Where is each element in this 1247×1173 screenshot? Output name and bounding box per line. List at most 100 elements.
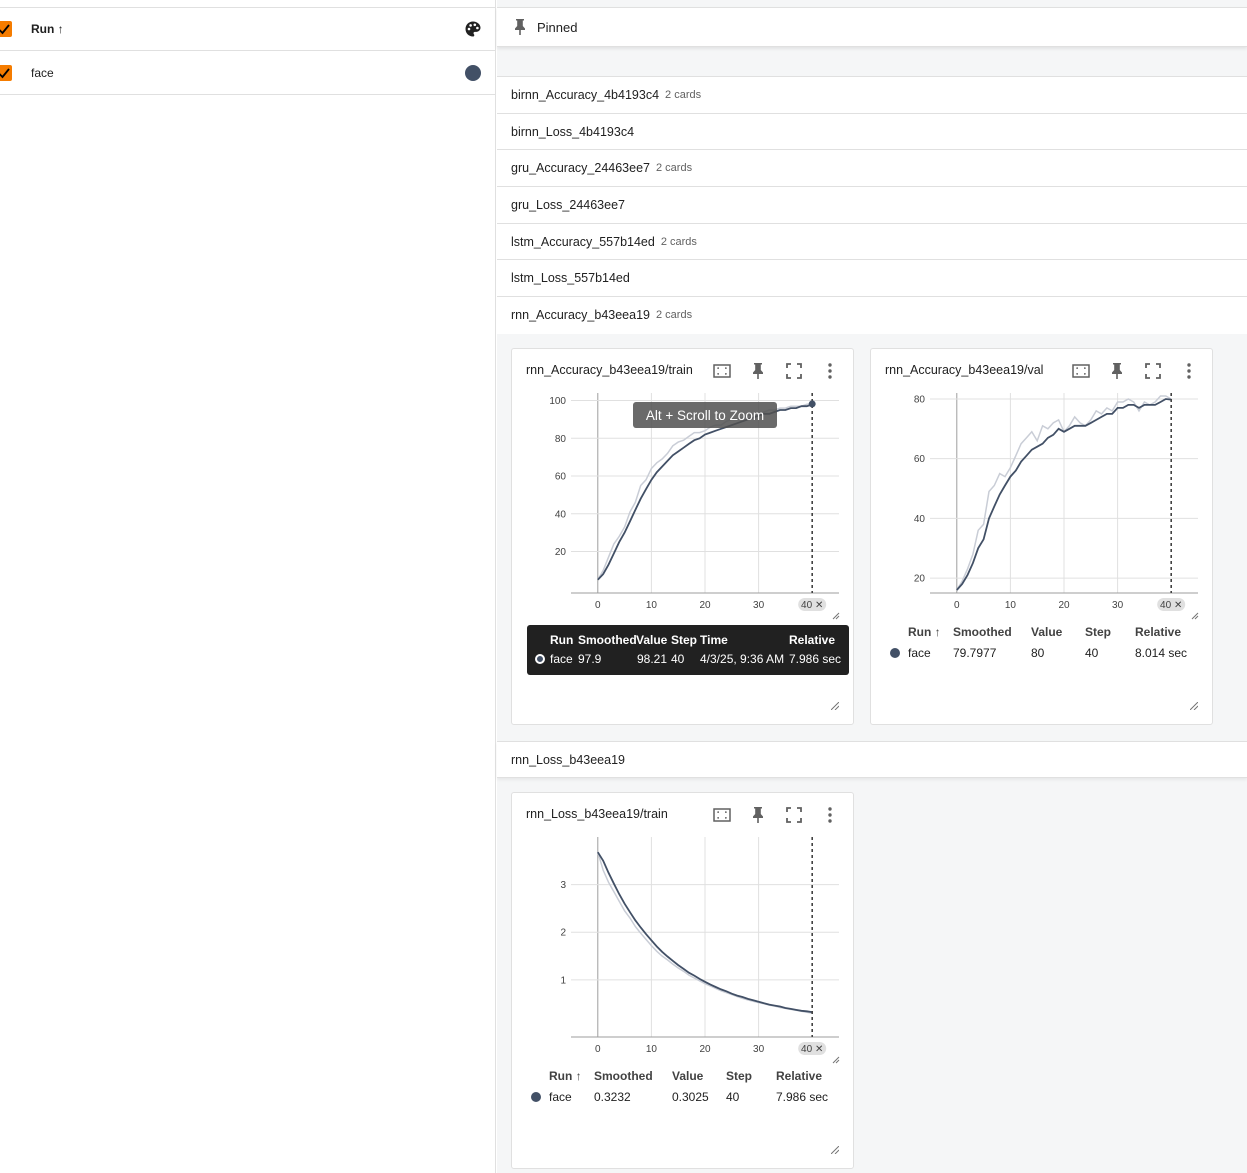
tooltip-run: face	[550, 652, 573, 666]
group-name: birnn_Accuracy_4b4193c4	[511, 87, 660, 102]
group-header[interactable]: gru_Accuracy_24463ee7 2 cards	[497, 150, 1247, 188]
hover-point	[808, 400, 816, 408]
group-header[interactable]: rnn_Loss_b43eea19	[497, 741, 1247, 778]
group-name: birnn_Loss_4b4193c4	[511, 124, 635, 139]
cell-step: 40	[726, 1090, 740, 1104]
run-row-face[interactable]: face	[0, 52, 495, 95]
group-header[interactable]: birnn_Accuracy_4b4193c4 2 cards	[497, 77, 1247, 114]
group-name: gru_Loss_24463ee7	[511, 197, 625, 212]
fullscreen-icon[interactable]	[1143, 361, 1163, 381]
col-header-smoothed[interactable]: Smoothed	[594, 1069, 653, 1083]
cell-step: 40	[1085, 646, 1099, 660]
step-badge-label: 40 ✕	[1160, 600, 1182, 611]
pinned-label: Pinned	[537, 20, 578, 35]
scalar-card-loss-train: rnn_Loss_b43eea19/train 0 10 20 30 1 2 3 40 ✕ R…	[511, 792, 854, 1169]
chart-resize-icon	[832, 612, 840, 620]
scalar-card-acc-val: rnn_Accuracy_b43eea19/val 0 10 20 30 20 40 60 8…	[870, 348, 1213, 725]
tooltip-header-value: Value	[636, 633, 668, 647]
x-tick-label: 0	[595, 600, 601, 611]
run-color-dot	[890, 648, 900, 658]
run-name: face	[31, 66, 54, 80]
group-header[interactable]: gru_Loss_24463ee7	[497, 187, 1247, 224]
step-badge-label: 40 ✕	[801, 1044, 823, 1055]
group-header[interactable]: birnn_Loss_4b4193c4	[497, 114, 1247, 151]
chart-resize-icon	[1191, 612, 1199, 620]
group-name: lstm_Accuracy_557b14ed	[511, 234, 655, 249]
chart-resize-icon	[832, 1056, 840, 1064]
y-tick-label: 20	[555, 547, 567, 558]
palette-icon[interactable]	[464, 20, 482, 38]
fullscreen-icon[interactable]	[784, 805, 804, 825]
cell-run: face	[549, 1090, 572, 1104]
main-panel: Pinned birnn_Accuracy_4b4193c4 2 cards bi…	[497, 0, 1247, 1173]
resize-handle-icon[interactable]	[831, 1146, 839, 1154]
col-header-value[interactable]: Value	[672, 1069, 703, 1083]
zoom-hint-tooltip: Alt + Scroll to Zoom	[633, 402, 777, 428]
more-vert-icon[interactable]	[820, 361, 840, 381]
pin-card-icon[interactable]	[748, 805, 768, 825]
group-card-count: 2 cards	[665, 88, 702, 101]
col-header-run[interactable]: Run ↑	[549, 1069, 582, 1083]
more-vert-icon[interactable]	[820, 805, 840, 825]
tooltip-header-relative: Relative	[789, 633, 836, 647]
fit-domain-icon[interactable]	[712, 805, 732, 825]
pin-icon	[515, 19, 525, 35]
cell-run: face	[908, 646, 931, 660]
col-header-run[interactable]: Run ↑	[908, 625, 941, 639]
x-tick-label: 30	[753, 600, 765, 611]
y-tick-label: 60	[555, 472, 567, 483]
step-badge-label: 40 ✕	[801, 600, 823, 611]
x-tick-label: 30	[753, 1044, 765, 1055]
col-header-step[interactable]: Step	[726, 1069, 752, 1083]
x-tick-label: 20	[699, 600, 711, 611]
col-header-relative[interactable]: Relative	[1135, 625, 1181, 639]
tooltip-header-smoothed: Smoothed	[578, 633, 637, 647]
select-all-checkbox[interactable]	[0, 21, 12, 37]
col-header-smoothed[interactable]: Smoothed	[953, 625, 1012, 639]
card-title: rnn_Loss_b43eea19/train	[526, 807, 668, 821]
y-tick-label: 60	[914, 454, 926, 465]
tooltip-header-time: Time	[700, 633, 728, 647]
line-chart[interactable]: 0 10 20 30 20 40 60 80 40 ✕	[871, 389, 1214, 621]
cell-smoothed: 79.7977	[953, 646, 997, 660]
group-card-count: 2 cards	[656, 162, 693, 175]
cell-value: 0.3025	[672, 1090, 709, 1104]
col-header-step[interactable]: Step	[1085, 625, 1111, 639]
run-color-swatch[interactable]	[465, 65, 481, 81]
fit-domain-icon[interactable]	[1071, 361, 1091, 381]
group-header[interactable]: rnn_Accuracy_b43eea19 2 cards	[497, 297, 1247, 334]
data-table: Run ↑ Smoothed Value Step Relative face …	[887, 625, 1207, 665]
card-title: rnn_Accuracy_b43eea19/train	[526, 363, 693, 377]
group-name: rnn_Loss_b43eea19	[511, 752, 625, 767]
resize-handle-icon[interactable]	[1190, 702, 1198, 710]
pin-card-icon[interactable]	[1107, 361, 1127, 381]
cell-value: 80	[1031, 646, 1045, 660]
run-color-dot	[531, 1092, 541, 1102]
group-header[interactable]: lstm_Loss_557b14ed	[497, 260, 1247, 298]
tooltip-relative: 7.986 sec	[789, 652, 842, 666]
x-tick-label: 0	[954, 600, 960, 611]
col-header-value[interactable]: Value	[1031, 625, 1062, 639]
tooltip-header-step: Step	[671, 633, 698, 647]
y-tick-label: 3	[560, 880, 566, 891]
run-column-header[interactable]: Run ↑	[31, 22, 64, 36]
group-header[interactable]: lstm_Accuracy_557b14ed 2 cards	[497, 224, 1247, 261]
tooltip-smoothed: 97.9	[578, 652, 602, 666]
group-card-count: 2 cards	[660, 235, 697, 248]
fit-domain-icon[interactable]	[712, 361, 732, 381]
group-name: lstm_Loss_557b14ed	[511, 271, 630, 286]
tooltip-value: 98.21	[637, 652, 668, 666]
x-tick-label: 20	[1058, 600, 1070, 611]
y-tick-label: 80	[914, 394, 926, 405]
col-header-relative[interactable]: Relative	[776, 1069, 822, 1083]
line-chart[interactable]: 0 10 20 30 1 2 3 40 ✕	[512, 833, 855, 1065]
checkmark-icon	[0, 68, 10, 79]
fullscreen-icon[interactable]	[784, 361, 804, 381]
resize-handle-icon[interactable]	[831, 702, 839, 710]
y-tick-label: 40	[555, 509, 567, 520]
more-vert-icon[interactable]	[1179, 361, 1199, 381]
data-table: Run ↑ Smoothed Value Step Relative face …	[528, 1069, 848, 1109]
run-checkbox[interactable]	[0, 65, 12, 81]
y-tick-label: 2	[560, 928, 566, 939]
pin-card-icon[interactable]	[748, 361, 768, 381]
